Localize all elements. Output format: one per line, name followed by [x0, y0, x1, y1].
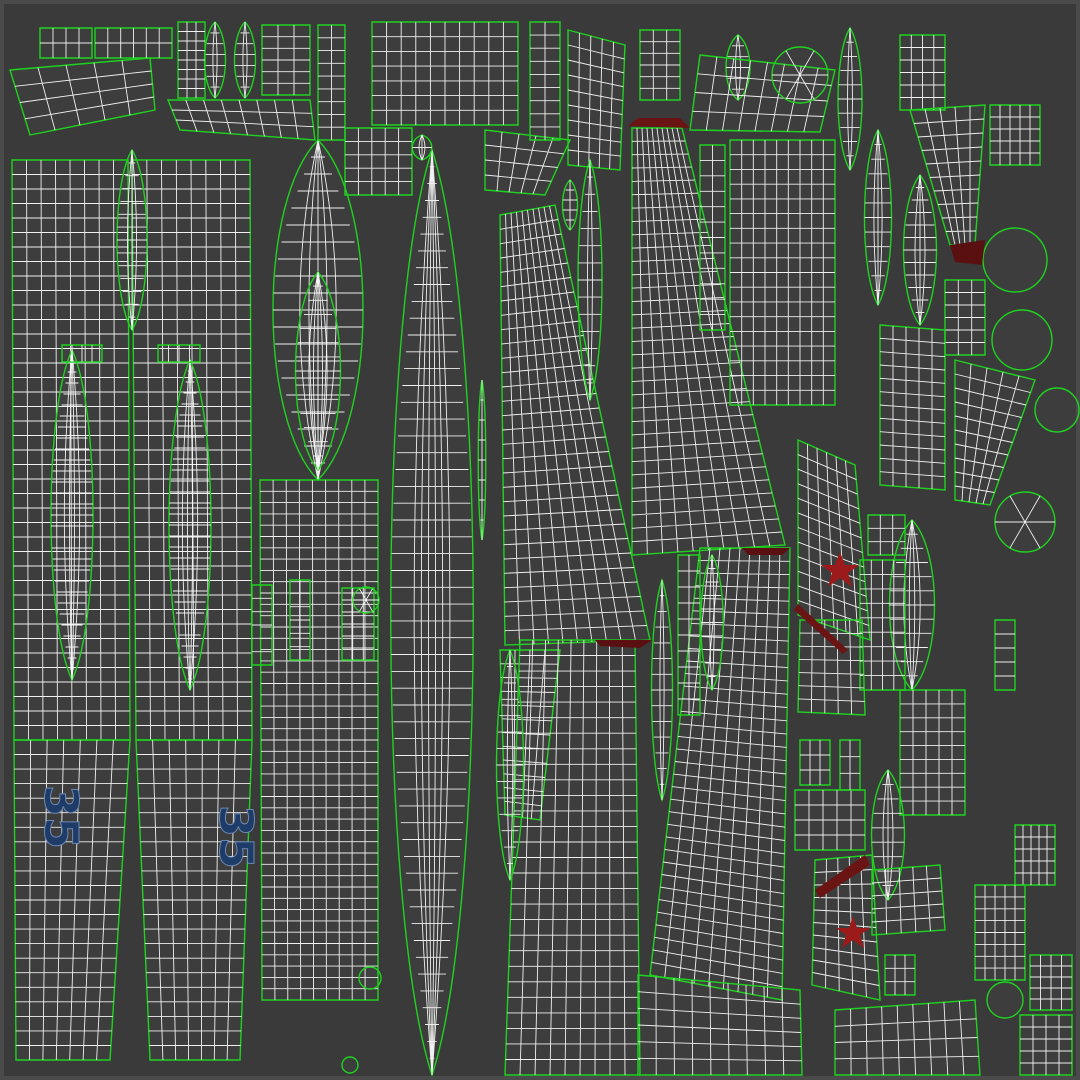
- uv-island: [157, 344, 201, 363]
- uv-island: [637, 974, 803, 1076]
- uv-island: [1034, 387, 1080, 433]
- fuselage-number-right: 35: [209, 805, 263, 869]
- uv-island: [261, 24, 311, 96]
- uv-island: [994, 619, 1016, 691]
- uv-island: [411, 134, 433, 161]
- uv-island: [177, 21, 206, 99]
- uv-island: [1029, 954, 1073, 1011]
- uv-island: [884, 954, 916, 996]
- uv-island: [529, 21, 561, 141]
- red-trim-6: [742, 548, 790, 555]
- uv-island: [1019, 1014, 1073, 1076]
- uv-island: [871, 864, 946, 936]
- uv-island: [799, 739, 831, 786]
- uv-island: [729, 139, 836, 406]
- uv-island: [477, 379, 487, 541]
- uv-island: [944, 279, 986, 356]
- uv-island-outline: [344, 127, 413, 196]
- uv-island: [899, 689, 966, 816]
- uv-island: [567, 29, 626, 171]
- uv-island: [135, 739, 253, 1061]
- uv-island-outline: [991, 309, 1053, 371]
- uv-island: [341, 1056, 359, 1074]
- uv-island-outline: [986, 981, 1024, 1019]
- uv-island: [317, 24, 346, 141]
- uv-island: [639, 29, 681, 101]
- uv-island: [39, 27, 93, 59]
- uv-island: [879, 324, 946, 491]
- uv-island: [289, 579, 311, 661]
- uv-island: [991, 309, 1053, 371]
- uv-island: [974, 884, 1026, 981]
- uv-islands: [9, 21, 1080, 1078]
- uv-island-outline: [799, 739, 831, 786]
- uv-island: [504, 639, 641, 1076]
- uv-island: [371, 21, 519, 126]
- uv-island: [797, 619, 866, 716]
- uv-island-outline: [358, 966, 382, 990]
- uv-island: [982, 227, 1048, 293]
- uv-island-outline: [1034, 387, 1080, 433]
- uv-island-outline: [834, 999, 981, 1076]
- uv-island: [994, 491, 1056, 553]
- uv-island-outline: [871, 864, 946, 936]
- fuselage-number-left: 35: [34, 785, 88, 849]
- uv-island: [259, 479, 379, 1001]
- uv-island: [344, 127, 413, 196]
- uv-island: [61, 344, 103, 363]
- uv-island: [989, 104, 1041, 166]
- uv-island: [986, 981, 1024, 1019]
- uv-island: [899, 34, 946, 111]
- uv-island: [94, 27, 173, 59]
- uv-island-outline: [899, 689, 966, 816]
- uv-island: [358, 966, 382, 990]
- uv-island-outline: [982, 227, 1048, 293]
- uv-island: [677, 554, 701, 716]
- uv-island: [839, 739, 861, 791]
- uv-island-outline: [567, 29, 626, 171]
- uv-island: [771, 46, 829, 104]
- uv-island: [794, 789, 866, 851]
- uv-island: [352, 586, 380, 614]
- uv-island: [699, 144, 726, 331]
- uv-island: [251, 584, 273, 666]
- uv-island: [1014, 824, 1056, 886]
- uv-island-outline: [994, 619, 1016, 691]
- uv-island-outline: [884, 954, 916, 996]
- uv-island: [859, 559, 906, 691]
- uv-island-outline: [341, 1056, 359, 1074]
- uv-island: [561, 179, 579, 231]
- uv-island-outline: [989, 104, 1041, 166]
- uv-texture-map: 35 35: [0, 0, 1080, 1080]
- uv-island-outline: [1014, 824, 1056, 886]
- uv-island: [834, 999, 981, 1076]
